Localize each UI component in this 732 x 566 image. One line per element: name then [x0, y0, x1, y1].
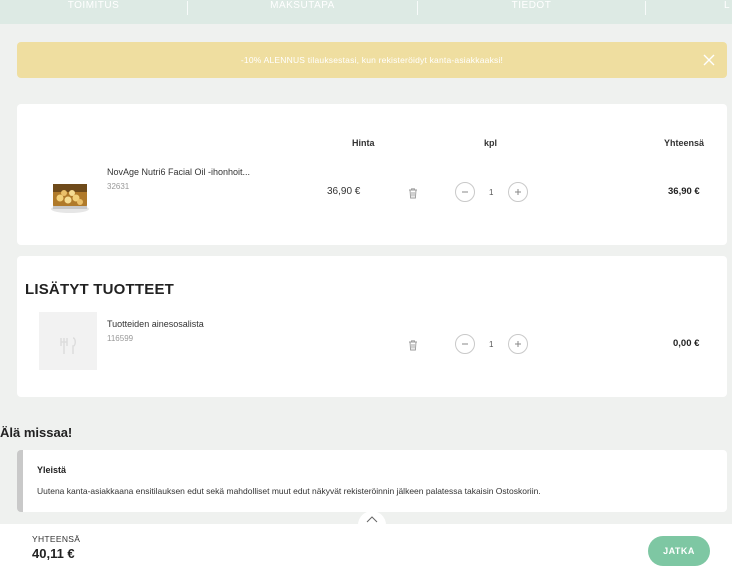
qty-increase-button[interactable]: [508, 334, 528, 354]
plus-icon: [515, 189, 521, 195]
trash-icon[interactable]: [407, 338, 419, 351]
product-id: 32631: [107, 182, 130, 191]
promo-banner: -10% ALENNUS tilauksestasi, kun rekister…: [17, 42, 727, 78]
qty-decrease-button[interactable]: [455, 182, 475, 202]
added-product-name[interactable]: Tuotteiden ainesosalista: [107, 319, 204, 329]
step-toimitus[interactable]: TOIMITUS: [0, 1, 188, 15]
cart-card: Hinta kpl Yhteensä NovAge Nutri6 Facial …: [17, 104, 727, 245]
product-price: 36,90 €: [327, 186, 361, 197]
checkout-stepper: TOIMITUS MAKSUTAPA TIEDOT L: [0, 0, 732, 24]
order-summary-footer: YHTEENSÄ 40,11 € JATKA: [0, 524, 732, 566]
column-qty: kpl: [484, 138, 498, 148]
qty-decrease-button[interactable]: [455, 334, 475, 354]
section-title-added: LISÄTYT TUOTTEET: [25, 281, 175, 298]
minus-icon: [462, 343, 468, 345]
step-next[interactable]: L: [646, 1, 732, 15]
step-maksutapa[interactable]: MAKSUTAPA: [188, 1, 418, 15]
chevron-up-icon[interactable]: [358, 511, 386, 527]
column-price: Hinta: [352, 138, 375, 148]
product-image-placeholder: [39, 312, 97, 370]
product-image[interactable]: [41, 161, 99, 219]
summary-label: YHTEENSÄ: [32, 534, 81, 544]
step-tiedot[interactable]: TIEDOT: [418, 1, 646, 15]
placeholder-image-icon: [60, 337, 76, 354]
dont-miss-title: Älä missaa!: [0, 425, 73, 440]
product-name[interactable]: NovAge Nutri6 Facial Oil -ihonhoit...: [107, 167, 250, 177]
qty-increase-button[interactable]: [508, 182, 528, 202]
summary-amount: 40,11 €: [32, 546, 75, 561]
column-total: Yhteensä: [664, 138, 705, 148]
added-product-id: 116599: [107, 334, 134, 343]
added-product-total: 0,00 €: [673, 338, 700, 349]
product-total: 36,90 €: [668, 186, 700, 197]
info-card-body: Uutena kanta-asiakkaana ensitilauksen ed…: [37, 486, 541, 496]
qty-value: 1: [489, 340, 494, 349]
qty-value: 1: [489, 188, 494, 197]
close-icon[interactable]: [701, 52, 717, 68]
plus-icon: [515, 341, 521, 347]
continue-button[interactable]: JATKA: [648, 536, 710, 566]
info-card: Yleistä Uutena kanta-asiakkaana ensitila…: [17, 450, 727, 512]
promo-banner-text: -10% ALENNUS tilauksestasi, kun rekister…: [240, 55, 504, 65]
minus-icon: [462, 191, 468, 193]
trash-icon[interactable]: [407, 186, 419, 199]
info-card-title: Yleistä: [37, 465, 67, 475]
added-products-card: LISÄTYT TUOTTEET Tuotteiden ainesosalist…: [17, 256, 727, 397]
